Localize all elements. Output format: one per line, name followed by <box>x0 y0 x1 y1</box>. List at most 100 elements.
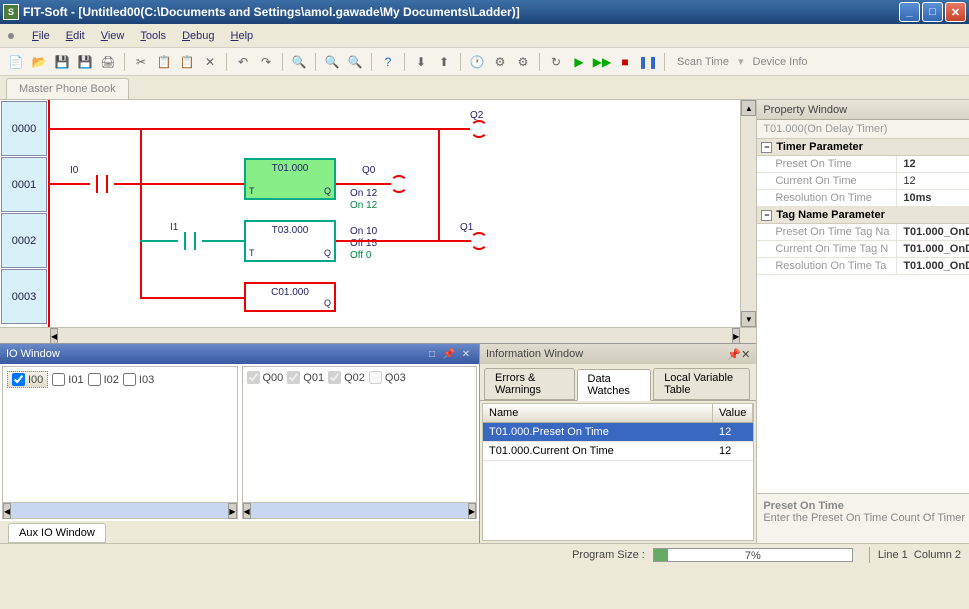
collapse-icon[interactable]: − <box>761 210 772 221</box>
close-icon[interactable]: ✕ <box>459 349 473 360</box>
data-watches-table: Name Value T01.000.Preset On Time12 T01.… <box>482 403 754 541</box>
delete-icon[interactable]: ✕ <box>200 52 220 72</box>
rung-number[interactable]: 0003 <box>1 269 47 324</box>
property-description: Preset On Time Enter the Preset On Time … <box>757 493 969 543</box>
scan-time-button[interactable]: Scan Time <box>671 56 735 68</box>
menu-file[interactable]: File <box>24 28 58 44</box>
stop-icon[interactable]: ■ <box>615 52 635 72</box>
saveall-icon[interactable]: 💾 <box>75 52 95 72</box>
coil[interactable] <box>390 175 408 193</box>
property-category[interactable]: −Timer Parameter <box>757 139 969 156</box>
save-icon[interactable]: 💾 <box>52 52 72 72</box>
find-icon[interactable]: 🔍 <box>289 52 309 72</box>
column-value[interactable]: Value <box>713 404 753 422</box>
io-scrollbar[interactable]: ◀▶ <box>243 502 477 518</box>
property-category[interactable]: −Tag Name Parameter <box>757 207 969 224</box>
horizontal-scrollbar[interactable]: ◀ ▶ <box>0 327 756 343</box>
vertical-scrollbar[interactable]: ▲ ▼ <box>740 100 756 327</box>
copy-icon[interactable]: 📋 <box>154 52 174 72</box>
io-input-i03[interactable]: I03 <box>123 371 154 388</box>
dock-icon[interactable]: □ <box>425 349 439 360</box>
menu-tools[interactable]: Tools <box>132 28 174 44</box>
zoomout-icon[interactable]: 🔍 <box>345 52 365 72</box>
cut-icon[interactable]: ✂ <box>131 52 151 72</box>
label: Q0 <box>362 165 375 176</box>
tab-errors-warnings[interactable]: Errors & Warnings <box>484 368 575 400</box>
device-info-button[interactable]: Device Info <box>747 56 814 68</box>
property-row[interactable]: Resolution On Time10ms <box>757 190 969 207</box>
property-row[interactable]: Preset On Time Tag NaT01.000_OnDelayTime… <box>757 224 969 241</box>
menu-view[interactable]: View <box>93 28 133 44</box>
pause-icon[interactable]: ❚❚ <box>638 52 658 72</box>
zoomin-icon[interactable]: 🔍 <box>322 52 342 72</box>
new-icon[interactable]: 📄 <box>6 52 26 72</box>
io-scrollbar[interactable]: ◀▶ <box>3 502 237 518</box>
menu-edit[interactable]: Edit <box>58 28 93 44</box>
io-output-q02[interactable]: Q02 <box>328 371 365 384</box>
scroll-up-icon[interactable]: ▲ <box>741 100 756 116</box>
minimize-button[interactable]: _ <box>899 2 920 22</box>
table-row[interactable]: T01.000.Current On Time12 <box>483 442 753 461</box>
print-icon[interactable]: 🖨 <box>98 52 118 72</box>
titlebar: S FIT-Soft - [Untitled00(C:\Documents an… <box>0 0 969 24</box>
scroll-left-icon[interactable]: ◀ <box>50 328 58 344</box>
scroll-down-icon[interactable]: ▼ <box>741 311 756 327</box>
pin-icon[interactable]: 📌 <box>727 348 741 361</box>
property-row[interactable]: Preset On Time12 <box>757 156 969 173</box>
io-output-q00[interactable]: Q00 <box>247 371 284 384</box>
collapse-icon[interactable]: − <box>761 142 772 153</box>
download-icon[interactable]: ⬇ <box>411 52 431 72</box>
settings-icon[interactable]: ⚙ <box>513 52 533 72</box>
paste-icon[interactable]: 📋 <box>177 52 197 72</box>
property-row[interactable]: Current On Time12 <box>757 173 969 190</box>
coil[interactable] <box>470 232 488 250</box>
rung-number[interactable]: 0002 <box>1 213 47 268</box>
maximize-button[interactable]: □ <box>922 2 943 22</box>
io-output-q03[interactable]: Q03 <box>369 371 406 384</box>
tab-aux-io[interactable]: Aux IO Window <box>8 523 106 543</box>
column-name[interactable]: Name <box>483 404 713 422</box>
app-icon: S <box>3 4 19 20</box>
menu-grip-icon <box>8 33 14 39</box>
menu-help[interactable]: Help <box>223 28 262 44</box>
fast-icon[interactable]: ▶▶ <box>592 52 612 72</box>
upload-icon[interactable]: ⬆ <box>434 52 454 72</box>
label: I0 <box>70 165 78 176</box>
undo-icon[interactable]: ↶ <box>233 52 253 72</box>
tab-local-variable-table[interactable]: Local Variable Table <box>653 368 750 400</box>
rung-number[interactable]: 0001 <box>1 157 47 212</box>
rung-number[interactable]: 0000 <box>1 101 47 156</box>
menu-debug[interactable]: Debug <box>174 28 222 44</box>
close-button[interactable]: ✕ <box>945 2 966 22</box>
io-input-i00[interactable]: I00 <box>7 371 48 388</box>
ladder-editor[interactable]: 0000 0001 0002 0003 Q2 I0 T01.000 T <box>0 100 756 327</box>
io-output-q01[interactable]: Q01 <box>287 371 324 384</box>
status-line: Line 1 <box>878 549 908 561</box>
tab-master-phone-book[interactable]: Master Phone Book <box>6 78 129 99</box>
close-icon[interactable]: ✕ <box>741 348 750 361</box>
toolbar: 📄 📂 💾 💾 🖨 ✂ 📋 📋 ✕ ↶ ↷ 🔍 🔍 🔍 ? ⬇ ⬆ 🕐 ⚙ ⚙ … <box>0 48 969 76</box>
io-input-i02[interactable]: I02 <box>88 371 119 388</box>
contact[interactable] <box>178 232 202 250</box>
pin-icon[interactable]: 📌 <box>442 349 456 360</box>
gear-icon[interactable]: ⚙ <box>490 52 510 72</box>
timer-block[interactable]: T03.000 T Q <box>244 220 336 262</box>
refresh-icon[interactable]: ↻ <box>546 52 566 72</box>
property-row[interactable]: Resolution On Time TaT01.000_OnDelayTime… <box>757 258 969 275</box>
property-row[interactable]: Current On Time Tag NT01.000_OnDelayTime… <box>757 241 969 258</box>
property-selector[interactable]: T01.000(On Delay Timer) <box>757 120 969 139</box>
io-input-i01[interactable]: I01 <box>52 371 83 388</box>
scroll-right-icon[interactable]: ▶ <box>732 328 740 344</box>
tab-data-watches[interactable]: Data Watches <box>577 369 652 401</box>
coil[interactable] <box>470 120 488 138</box>
table-row[interactable]: T01.000.Preset On Time12 <box>483 423 753 442</box>
play-icon[interactable]: ▶ <box>569 52 589 72</box>
contact[interactable] <box>90 175 114 193</box>
redo-icon[interactable]: ↷ <box>256 52 276 72</box>
help-icon[interactable]: ? <box>378 52 398 72</box>
counter-block[interactable]: C01.000 Q <box>244 282 336 312</box>
clock-icon[interactable]: 🕐 <box>467 52 487 72</box>
open-icon[interactable]: 📂 <box>29 52 49 72</box>
label: Q1 <box>460 222 473 233</box>
timer-block[interactable]: T01.000 T Q <box>244 158 336 200</box>
